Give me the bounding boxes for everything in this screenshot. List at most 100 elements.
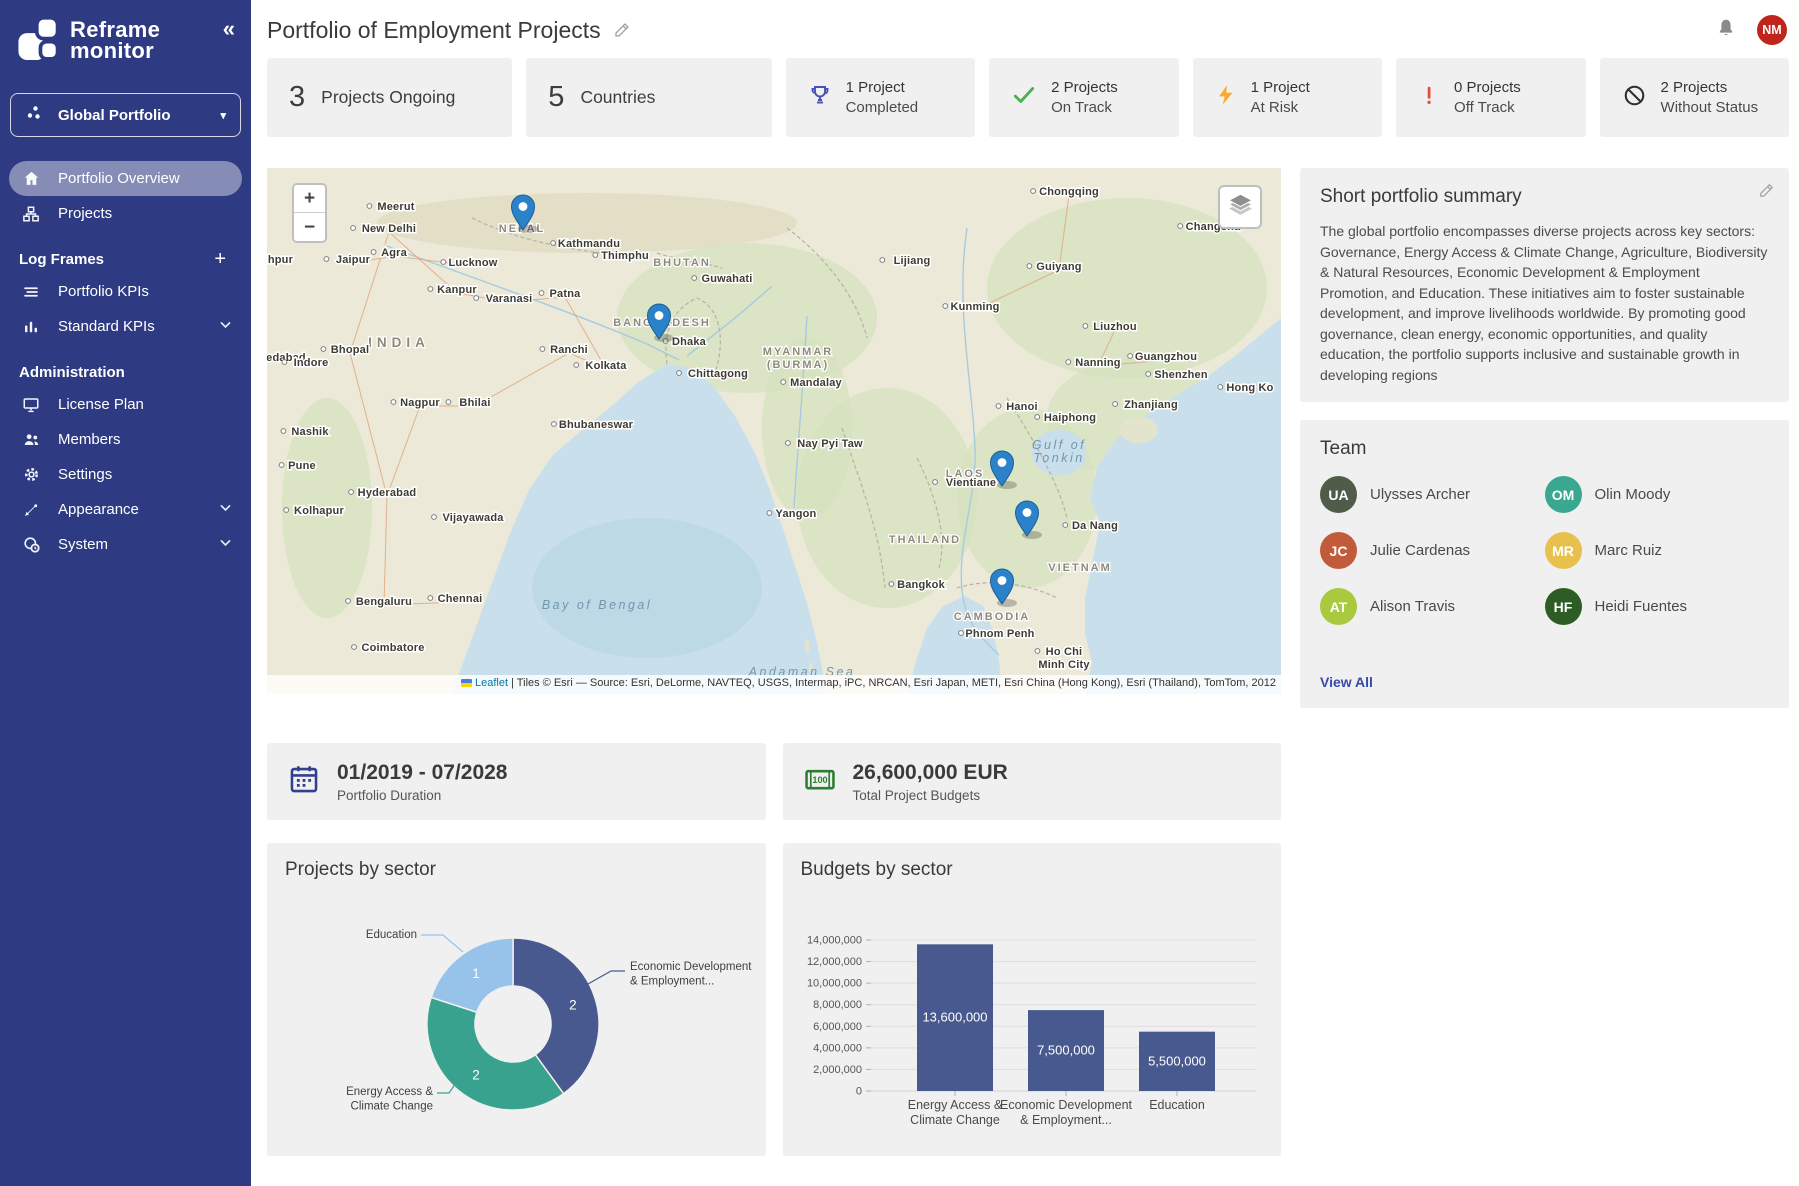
avatar: JC <box>1320 532 1357 569</box>
map-attribution: Leaflet | Tiles © Esri — Source: Esri, D… <box>267 675 1281 694</box>
member-name: Julie Cardenas <box>1370 542 1470 559</box>
user-avatar[interactable]: NM <box>1757 15 1787 45</box>
svg-text:VIETNAM: VIETNAM <box>1048 562 1112 574</box>
stats-row: 3 Projects Ongoing 5 Countries 1 Project… <box>267 58 1789 137</box>
team-member[interactable]: AT Alison Travis <box>1320 588 1545 625</box>
svg-text:Dhaka: Dhaka <box>672 336 707 348</box>
team-member[interactable]: JC Julie Cardenas <box>1320 532 1545 569</box>
avatar: AT <box>1320 588 1357 625</box>
reframe-logo-icon <box>16 16 60 65</box>
summary-card: Short portfolio summary The global portf… <box>1300 168 1789 402</box>
svg-text:Bhopal: Bhopal <box>331 344 369 356</box>
svg-text:Economic Development& Employme: Economic Development& Employment... <box>999 1098 1132 1127</box>
member-name: Marc Ruiz <box>1595 542 1663 559</box>
svg-text:INDIA: INDIA <box>368 335 430 350</box>
svg-text:Liuzhou: Liuzhou <box>1093 321 1137 333</box>
zoom-in-button[interactable]: + <box>294 185 325 213</box>
svg-text:Meerut: Meerut <box>377 201 414 213</box>
portfolio-selector[interactable]: Global Portfolio ▾ <box>10 93 241 137</box>
svg-text:10,000,000: 10,000,000 <box>806 978 861 990</box>
sidebar-item-portfolio-kpis[interactable]: Portfolio KPIs <box>9 274 242 309</box>
team-member[interactable]: HF Heidi Fuentes <box>1545 588 1770 625</box>
zoom-out-button[interactable]: − <box>294 213 325 241</box>
svg-text:Bangkok: Bangkok <box>897 579 946 591</box>
sidebar-collapse-button[interactable]: « <box>219 16 239 42</box>
svg-text:Economic Development& Employme: Economic Development& Employment... <box>630 961 752 988</box>
svg-text:8,000,000: 8,000,000 <box>813 999 862 1011</box>
bar-chart-icon <box>20 318 42 336</box>
total-budgets-card: 100 26,600,000 EUR Total Project Budgets <box>783 743 1282 820</box>
edit-title-pencil-icon[interactable] <box>613 21 631 39</box>
page-title: Portfolio of Employment Projects <box>267 17 601 44</box>
brush-icon <box>20 501 42 519</box>
svg-text:Hanoi: Hanoi <box>1006 401 1038 413</box>
svg-text:Nay Pyi Taw: Nay Pyi Taw <box>797 438 863 450</box>
svg-text:12,000,000: 12,000,000 <box>806 956 861 968</box>
sidebar-item-members[interactable]: Members <box>9 422 242 457</box>
svg-text:Agra: Agra <box>381 247 408 259</box>
svg-text:Energy Access &Climate Change: Energy Access &Climate Change <box>907 1098 1002 1127</box>
team-grid: UA Ulysses Archer OM Olin Moody JC Julie… <box>1320 476 1769 625</box>
svg-text:Kanpur: Kanpur <box>437 284 477 296</box>
main-content: Portfolio of Employment Projects NM 3 Pr… <box>251 0 1799 1156</box>
svg-text:Gulf ofTonkin: Gulf ofTonkin <box>1032 438 1086 465</box>
people-icon <box>20 430 42 449</box>
leaflet-link[interactable]: Leaflet <box>475 677 508 689</box>
svg-text:dhpur: dhpur <box>267 254 294 266</box>
avatar: MR <box>1545 532 1582 569</box>
svg-text:Bengaluru: Bengaluru <box>356 596 412 608</box>
svg-text:Kunming: Kunming <box>950 301 999 313</box>
exclamation-icon <box>1418 82 1440 108</box>
svg-text:Zhanjiang: Zhanjiang <box>1124 399 1178 411</box>
svg-text:Nagpur: Nagpur <box>400 397 440 409</box>
svg-text:2,000,000: 2,000,000 <box>813 1064 862 1076</box>
svg-text:Bay of Bengal: Bay of Bengal <box>542 598 652 612</box>
sidebar-item-license-plan[interactable]: License Plan <box>9 387 242 422</box>
svg-text:1: 1 <box>472 966 480 981</box>
svg-text:New Delhi: New Delhi <box>362 223 416 235</box>
edit-summary-pencil-icon[interactable] <box>1758 182 1775 204</box>
svg-text:Kolhapur: Kolhapur <box>294 505 344 517</box>
map-layers-control[interactable] <box>1218 185 1262 229</box>
svg-text:Shenzhen: Shenzhen <box>1154 369 1208 381</box>
sidebar-item-appearance[interactable]: Appearance <box>9 492 242 527</box>
svg-text:Yangon: Yangon <box>776 508 817 520</box>
avatar: OM <box>1545 476 1582 513</box>
sidebar-item-portfolio-overview[interactable]: Portfolio Overview <box>9 161 242 196</box>
portfolio-selector-label: Global Portfolio <box>58 107 171 124</box>
svg-text:Mandalay: Mandalay <box>790 377 842 389</box>
team-member[interactable]: OM Olin Moody <box>1545 476 1770 513</box>
svg-text:Nanning: Nanning <box>1075 357 1120 369</box>
team-member[interactable]: UA Ulysses Archer <box>1320 476 1545 513</box>
svg-text:Patna: Patna <box>550 288 582 300</box>
bell-icon[interactable] <box>1715 17 1737 44</box>
sidebar-item-standard-kpis[interactable]: Standard KPIs <box>9 309 242 344</box>
ukraine-flag-icon <box>461 679 472 687</box>
budget-total-value: 26,600,000 EUR <box>853 761 1008 785</box>
sidebar-item-system[interactable]: System <box>9 527 242 562</box>
map-zoom-control: + − <box>292 183 327 243</box>
svg-text:Lucknow: Lucknow <box>448 257 497 269</box>
brand-name: Reframe monitor <box>70 20 160 62</box>
map[interactable]: MeerutNew DelhiJaipurAgraLucknowKanpurVa… <box>267 168 1281 694</box>
view-all-link[interactable]: View All <box>1320 674 1769 690</box>
stat-count: 1 Project <box>1251 78 1310 98</box>
add-logframe-button[interactable]: + <box>208 248 232 270</box>
svg-text:Kolkata: Kolkata <box>585 360 627 372</box>
sidebar-item-projects[interactable]: Projects <box>9 196 242 231</box>
stat-count: 1 Project <box>846 78 919 98</box>
member-name: Heidi Fuentes <box>1595 598 1688 615</box>
sidebar-item-settings[interactable]: Settings <box>9 457 242 492</box>
stat-card-at-risk: 1 Project At Risk <box>1193 58 1382 137</box>
gear-icon <box>20 465 42 484</box>
stat-label: At Risk <box>1251 98 1310 118</box>
svg-text:Nashik: Nashik <box>291 426 329 438</box>
svg-text:CAMBODIA: CAMBODIA <box>954 611 1031 623</box>
svg-text:2: 2 <box>569 997 577 1012</box>
team-member[interactable]: MR Marc Ruiz <box>1545 532 1770 569</box>
chevron-down-icon <box>219 536 232 553</box>
chevron-down-icon <box>219 501 232 518</box>
summary-text: The global portfolio encompasses diverse… <box>1320 221 1769 386</box>
svg-text:Guiyang: Guiyang <box>1036 261 1081 273</box>
check-icon <box>1011 82 1037 108</box>
